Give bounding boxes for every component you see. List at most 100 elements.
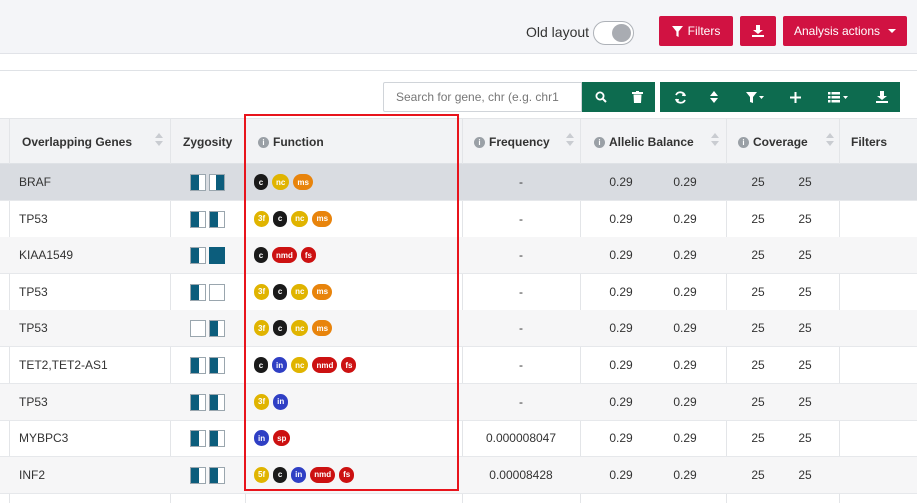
col-overlapping-genes[interactable]: Overlapping Genes	[22, 119, 132, 165]
analysis-actions-label: Analysis actions	[793, 24, 881, 38]
col-coverage[interactable]: i Coverage	[738, 119, 808, 165]
function-badge[interactable]: nc	[291, 357, 309, 373]
table-row[interactable]: TET2,TET2-AS1 c in nc nmd fs - 0.29 0.29 25 25	[0, 347, 917, 384]
function-badge[interactable]: nc	[272, 174, 290, 190]
table-row[interactable]: TP53 3f c nc ms - 0.29 0.29 25 25	[0, 201, 917, 238]
function-badge[interactable]: c	[254, 247, 268, 264]
function-badge[interactable]: sp	[273, 430, 291, 447]
function-badge[interactable]: 3f	[254, 393, 270, 410]
function-badge[interactable]: in	[254, 430, 270, 447]
table-row[interactable]: TP53 3f c nc ms - 0.29 0.29 25 25	[0, 274, 917, 311]
chevron-down-icon	[888, 29, 897, 33]
download-button[interactable]	[740, 16, 776, 46]
clear-search-button[interactable]	[619, 82, 655, 112]
info-icon[interactable]: i	[258, 136, 269, 148]
function-badge[interactable]: nmd	[312, 357, 338, 373]
export-button[interactable]	[866, 82, 898, 112]
function-badge[interactable]: c	[254, 174, 268, 190]
function-badge[interactable]: c	[254, 357, 268, 373]
zygosity-box	[190, 174, 206, 191]
function-badges: 5f c in nmd fs	[254, 457, 355, 493]
old-layout-toggle[interactable]	[593, 21, 634, 45]
download-icon	[876, 91, 888, 103]
zygosity-box	[209, 357, 225, 374]
function-badge[interactable]: c	[273, 283, 288, 300]
allelic-balance-cell: 0.29	[673, 284, 697, 299]
analysis-actions-button[interactable]: Analysis actions	[783, 16, 907, 46]
search-input[interactable]	[383, 82, 582, 112]
info-icon[interactable]: i	[738, 136, 749, 148]
function-badge[interactable]: fs	[341, 357, 357, 373]
col-filters[interactable]: Filters	[851, 119, 887, 165]
table-row[interactable]: KIAA1549 c nmd fs - 0.29 0.29 25 25	[0, 237, 917, 275]
function-badge[interactable]: 3f	[254, 210, 270, 227]
sort-icon	[710, 91, 718, 103]
function-badge[interactable]: nc	[291, 283, 309, 300]
function-badge[interactable]: nmd	[272, 247, 297, 264]
table-row[interactable]: TP53 3f in - 0.29 0.29 25 25	[0, 383, 917, 421]
allelic-balance-cell: 0.29	[609, 284, 633, 299]
list-icon	[828, 91, 848, 102]
coverage-cell: 25	[798, 175, 812, 189]
filters-button[interactable]: Filters	[659, 16, 733, 46]
function-badge[interactable]: c	[273, 210, 288, 227]
table-row[interactable]: BRAF c nc ms - 0.29 0.29 25 25	[0, 164, 917, 201]
filters-button-label: Filters	[687, 24, 721, 38]
refresh-button[interactable]	[664, 82, 696, 112]
col-frequency[interactable]: i Frequency	[474, 119, 550, 165]
zygosity-box	[209, 320, 225, 338]
sort-button[interactable]	[698, 82, 730, 112]
col-label: Zygosity	[183, 135, 233, 149]
zygosity-box	[190, 320, 206, 338]
trash-icon	[631, 91, 643, 103]
function-badge[interactable]: ms	[312, 283, 333, 300]
old-layout-label: Old layout	[526, 24, 590, 40]
allelic-balance-cell: 0.29	[673, 358, 697, 372]
function-badge[interactable]: nc	[291, 210, 309, 227]
add-button[interactable]	[780, 82, 810, 112]
function-badge[interactable]: ms	[293, 174, 313, 190]
columns-menu-button[interactable]	[818, 82, 858, 112]
frequency-cell: -	[519, 248, 523, 263]
allelic-balance-cell: 0.29	[673, 394, 697, 409]
function-badge[interactable]: 3f	[254, 320, 270, 337]
gene-cell: TP53	[19, 321, 48, 336]
table-row[interactable]: MYBPC3 in sp 0.000008047 0.29 0.29 25 25	[0, 420, 917, 458]
col-label: Allelic Balance	[609, 135, 694, 149]
function-badges: c nmd fs	[254, 237, 317, 273]
function-badge[interactable]: 5f	[254, 466, 270, 483]
coverage-cell: 25	[751, 284, 765, 299]
info-icon[interactable]: i	[594, 136, 605, 148]
col-label: Frequency	[489, 135, 550, 149]
function-badge[interactable]: nmd	[310, 466, 336, 483]
table-row[interactable]: TP53 3f c nc ms - 0.29 0.29 25 25	[0, 310, 917, 348]
function-badge[interactable]: in	[291, 466, 307, 483]
function-badge[interactable]: c	[273, 320, 288, 337]
info-icon[interactable]: i	[474, 136, 485, 148]
search-button[interactable]	[582, 82, 619, 112]
col-zygosity[interactable]: Zygosity	[183, 119, 232, 165]
function-badge[interactable]: in	[272, 357, 288, 373]
filter-icon	[671, 25, 683, 37]
function-badge[interactable]: 3f	[254, 283, 270, 300]
function-badge[interactable]: c	[273, 466, 288, 483]
function-badge[interactable]: fs	[339, 466, 355, 483]
table-row[interactable]: INF2 5f c in nmd fs 0.00008428 0.29 0.29 25 25	[0, 456, 917, 494]
coverage-cell: 25	[798, 358, 812, 372]
function-badge[interactable]: fs	[300, 247, 317, 264]
zygosity-box	[190, 247, 206, 265]
zygosity-box	[209, 466, 225, 484]
allelic-balance-cell: 0.29	[609, 358, 633, 372]
function-badge[interactable]: ms	[312, 210, 333, 227]
function-badge[interactable]: ms	[312, 320, 333, 337]
column-filter-button[interactable]	[735, 82, 775, 112]
function-badge[interactable]: in	[273, 393, 289, 410]
frequency-cell: -	[519, 284, 523, 299]
col-allelic-balance[interactable]: i Allelic Balance	[594, 119, 694, 165]
function-badges: 3f in	[254, 384, 289, 420]
plus-icon	[789, 91, 801, 103]
col-function[interactable]: i Function	[258, 119, 324, 165]
function-badge[interactable]: nc	[291, 320, 309, 337]
allelic-balance-cell: 0.29	[609, 175, 633, 189]
top-bar: Old layout Filters Analysis actions	[0, 0, 917, 54]
